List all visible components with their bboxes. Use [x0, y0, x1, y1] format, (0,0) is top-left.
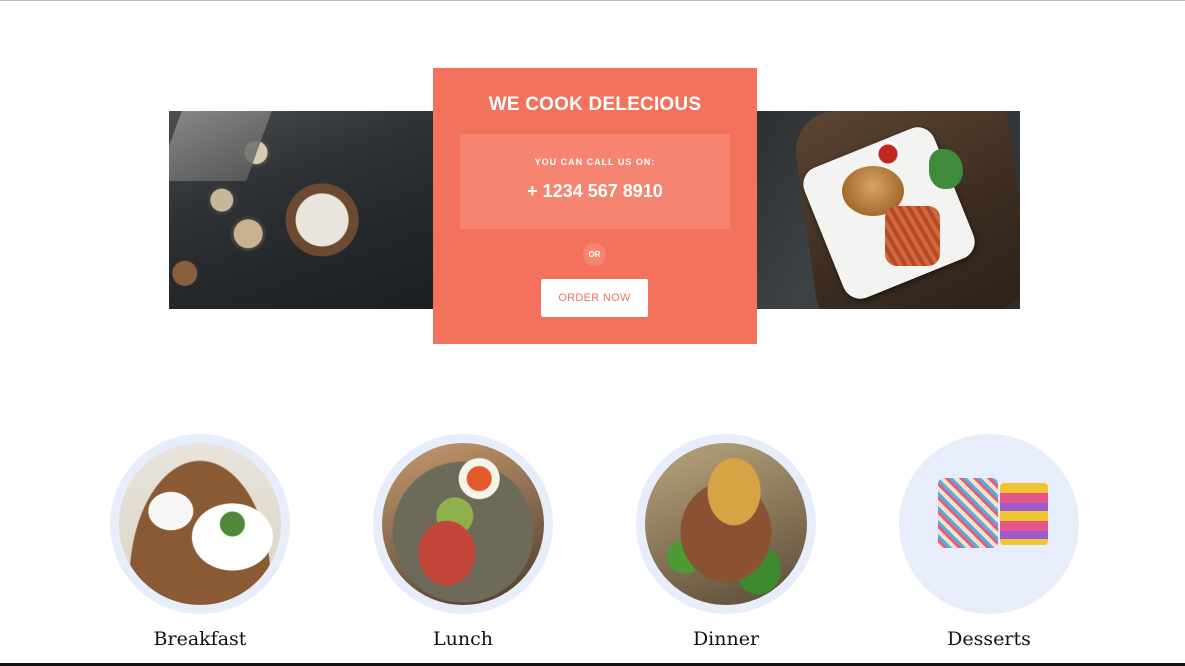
category-label[interactable]: Dinner	[636, 628, 816, 650]
category-image-ring	[636, 434, 816, 614]
cake-layers	[1000, 483, 1048, 545]
call-box: YOU CAN CALL US ON: + 1234 567 8910	[460, 134, 730, 229]
category-dinner[interactable]: Dinner	[636, 434, 816, 650]
category-image-ring	[373, 434, 553, 614]
burger-plate-image	[757, 111, 1020, 309]
breakfast-image[interactable]	[119, 443, 281, 605]
category-label[interactable]: Desserts	[899, 628, 1079, 650]
desserts-image[interactable]	[908, 443, 1070, 605]
fries	[885, 206, 940, 266]
cake-slice	[938, 478, 998, 548]
category-desserts[interactable]: Desserts	[899, 434, 1079, 650]
phone-number-link[interactable]: + 1234 567 8910	[460, 181, 730, 202]
promo-card: WE COOK DELECIOUS YOU CAN CALL US ON: + …	[433, 68, 757, 344]
dessert-flatlay-image	[169, 111, 433, 309]
or-badge: OR	[583, 243, 606, 266]
category-breakfast[interactable]: Breakfast	[110, 434, 290, 650]
category-lunch[interactable]: Lunch	[373, 434, 553, 650]
napkin-decoration	[169, 111, 272, 181]
page: WE COOK DELECIOUS YOU CAN CALL US ON: + …	[0, 0, 1185, 666]
category-label[interactable]: Breakfast	[110, 628, 290, 650]
category-image-ring	[899, 434, 1079, 614]
call-label: YOU CAN CALL US ON:	[534, 157, 656, 167]
promo-title: WE COOK DELECIOUS	[488, 94, 702, 115]
lunch-image[interactable]	[382, 443, 544, 605]
order-now-button[interactable]: ORDER NOW	[541, 279, 648, 317]
dinner-image[interactable]	[645, 443, 807, 605]
category-label[interactable]: Lunch	[373, 628, 553, 650]
category-image-ring	[110, 434, 290, 614]
ketchup-bowl	[875, 141, 901, 167]
top-divider	[0, 0, 1185, 1]
lettuce	[929, 149, 963, 189]
